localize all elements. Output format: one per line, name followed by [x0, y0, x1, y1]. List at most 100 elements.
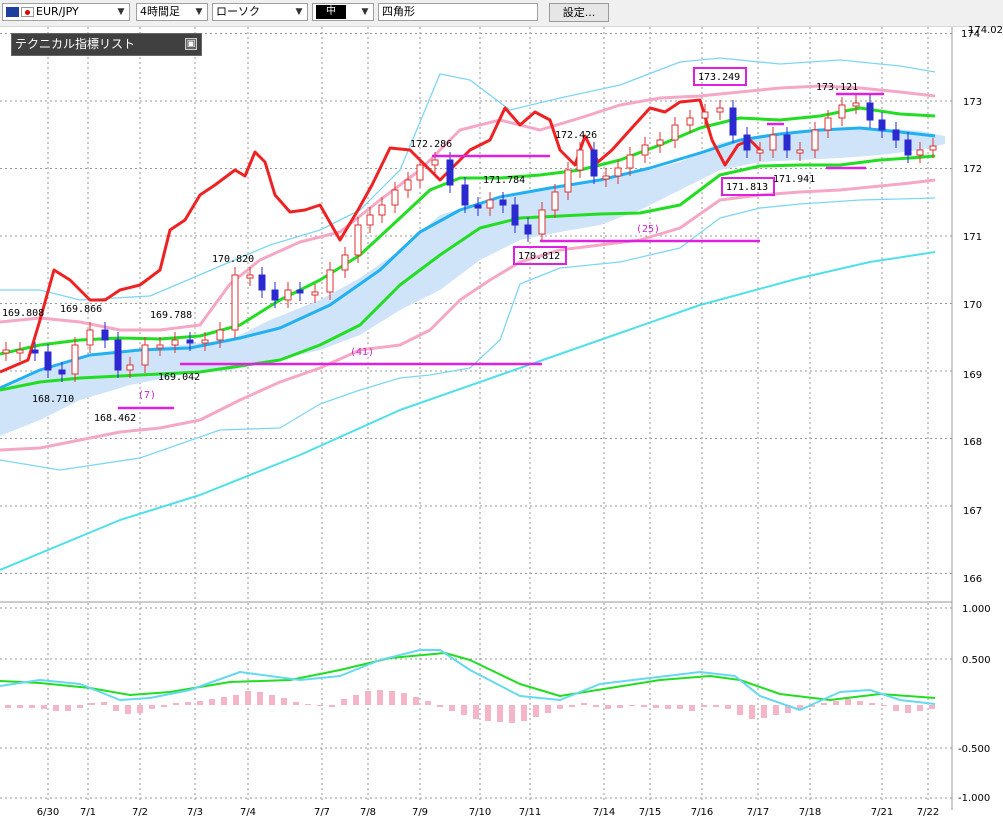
- macd-histogram-bar: [413, 697, 419, 705]
- x-tick-label: 7/3: [187, 807, 203, 818]
- candle-body: [271, 289, 279, 301]
- macd-histogram-bar: [281, 698, 287, 705]
- macd-histogram-bar: [257, 692, 263, 705]
- macd-histogram-bar: [401, 693, 407, 705]
- macd-histogram-bar: [929, 705, 935, 709]
- x-tick-label: 7/14: [593, 807, 615, 818]
- x-tick-label: 7/18: [799, 807, 821, 818]
- candle-body: [852, 102, 860, 107]
- price-annotation: 169.788: [150, 310, 192, 321]
- y-tick-label: 173: [963, 97, 982, 108]
- candle-body: [186, 339, 194, 344]
- macd-histogram-bar: [917, 705, 923, 711]
- candle-body: [44, 351, 52, 371]
- macd-histogram-bar: [29, 705, 35, 708]
- chart-area[interactable]: 174.0291741731721711701691681671666/307/…: [0, 0, 1003, 819]
- candle-body: [686, 117, 694, 126]
- candle-body: [114, 339, 122, 371]
- x-tick-label: 7/9: [412, 807, 428, 818]
- macd-histogram-bar: [605, 705, 611, 709]
- candle-body: [201, 339, 209, 344]
- macd-histogram-bar: [317, 705, 323, 706]
- x-tick-label: 7/11: [519, 807, 541, 818]
- price-annotation: 170.820: [212, 254, 254, 265]
- candle-body: [551, 191, 559, 211]
- candle-body: [769, 134, 777, 151]
- candle-body: [416, 164, 424, 181]
- macd-histogram-bar: [749, 705, 755, 719]
- candle-body: [378, 204, 386, 216]
- macd-histogram-bar: [185, 702, 191, 705]
- macd-histogram-bar: [569, 705, 575, 707]
- candle-body: [916, 149, 924, 156]
- price-annotation: 173.249: [698, 72, 740, 83]
- y-tick-label: 169: [963, 370, 982, 381]
- macd-histogram-bar: [725, 705, 731, 709]
- macd-y-tick-label: 1.000: [962, 604, 991, 615]
- macd-histogram-bar: [449, 705, 455, 711]
- macd-histogram-bar: [125, 705, 131, 714]
- x-tick-label: 7/21: [871, 807, 893, 818]
- candle-body: [656, 139, 664, 146]
- macd-histogram-bar: [821, 703, 827, 705]
- macd-histogram-bar: [545, 705, 551, 713]
- candle-body: [564, 169, 572, 193]
- price-annotation: 171.941: [773, 174, 815, 185]
- macd-histogram-bar: [209, 699, 215, 705]
- candle-body: [499, 199, 507, 206]
- price-annotation: 168.462: [94, 413, 136, 424]
- macd-histogram-bar: [533, 705, 539, 717]
- candle-body: [729, 107, 737, 136]
- price-annotation: (41): [350, 347, 374, 358]
- macd-histogram-bar: [425, 701, 431, 705]
- macd-histogram-bar: [677, 705, 683, 709]
- price-annotation: 172.286: [410, 139, 452, 150]
- x-tick-label: 7/10: [469, 807, 491, 818]
- x-tick-label: 7/7: [314, 807, 330, 818]
- x-tick-label: 7/4: [240, 807, 256, 818]
- candle-body: [716, 107, 724, 113]
- candle-body: [641, 144, 649, 156]
- y-tick-label: 172: [963, 164, 982, 175]
- x-tick-label: 7/2: [132, 807, 148, 818]
- candle-body: [614, 167, 622, 177]
- indicator-list-panel[interactable]: テクニカル指標リスト ▣: [11, 33, 202, 56]
- candle-body: [341, 254, 349, 271]
- candle-body: [231, 274, 239, 331]
- macd-histogram-bar: [329, 705, 335, 707]
- x-tick-label: 7/1: [80, 807, 96, 818]
- candle-body: [258, 274, 266, 291]
- candle-body: [838, 104, 846, 119]
- candle-body: [171, 339, 179, 346]
- x-tick-label: 7/8: [360, 807, 376, 818]
- macd-histogram-bar: [629, 705, 635, 706]
- candle-body: [486, 199, 494, 209]
- macd-histogram-bar: [593, 705, 599, 707]
- macd-histogram-bar: [737, 705, 743, 715]
- macd-histogram-bar: [641, 705, 647, 707]
- macd-histogram-bar: [509, 705, 515, 723]
- candle-body: [590, 149, 598, 177]
- macd-histogram-bar: [485, 705, 491, 721]
- price-annotation: 173.121: [816, 82, 858, 93]
- candle-body: [796, 149, 804, 154]
- candle-body: [86, 329, 94, 346]
- y-tick-label: 167: [963, 506, 982, 517]
- minimize-icon[interactable]: ▣: [185, 38, 197, 50]
- macd-histogram-bar: [197, 701, 203, 705]
- macd-histogram-bar: [305, 704, 311, 705]
- price-annotation: 169.042: [158, 372, 200, 383]
- price-annotation: 171.813: [726, 182, 768, 193]
- candle-body: [326, 269, 334, 293]
- candle-body: [2, 349, 10, 354]
- x-tick-label: 7/16: [691, 807, 713, 818]
- macd-histogram-bar: [773, 705, 779, 715]
- macd-histogram-bar: [833, 701, 839, 705]
- candle-body: [824, 117, 832, 131]
- x-tick-label: 7/15: [639, 807, 661, 818]
- candle-body: [58, 369, 66, 375]
- price-annotation: (25): [636, 224, 660, 235]
- macd-histogram-bar: [365, 691, 371, 705]
- macd-histogram-bar: [65, 705, 71, 711]
- macd-histogram-bar: [869, 703, 875, 705]
